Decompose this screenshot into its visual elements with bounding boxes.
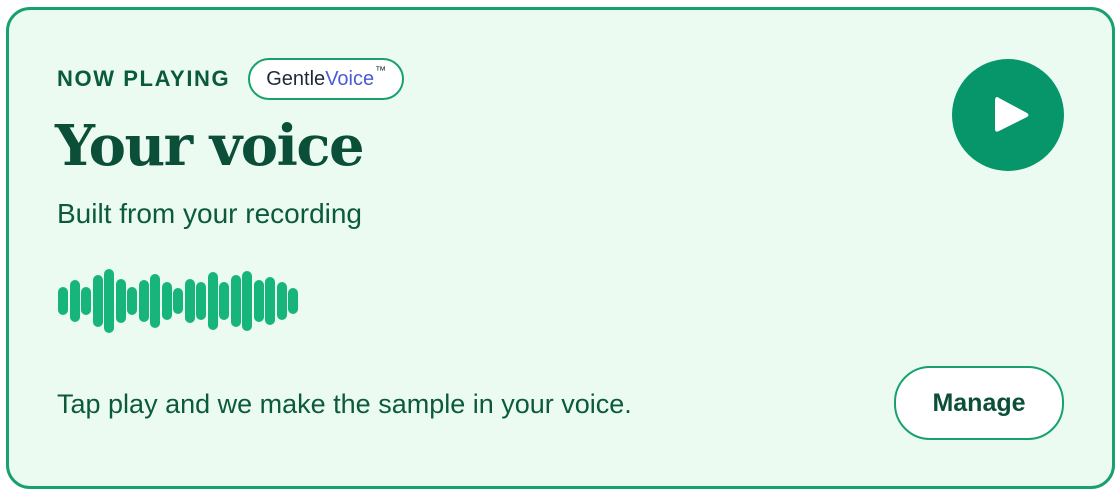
waveform-bar [115, 278, 126, 324]
waveform-bar [92, 275, 103, 327]
waveform-bar [69, 280, 80, 322]
voice-card: NOW PLAYING Gentle Voice ™ Your voice Buil… [6, 7, 1115, 489]
waveform-bar [242, 270, 252, 332]
waveform-bar [265, 277, 275, 325]
voice-title: Your voice [55, 113, 365, 179]
waveform-bar [219, 281, 229, 321]
waveform-bar [196, 281, 206, 321]
waveform-bar [230, 275, 241, 327]
waveform-bar [207, 272, 218, 330]
waveform-bar [161, 281, 172, 321]
now-playing-label: NOW PLAYING [57, 66, 231, 91]
waveform-bar [150, 273, 160, 329]
waveform-bar [138, 280, 149, 322]
brand-name-part-a: Gentle [266, 67, 326, 90]
header-row: NOW PLAYING Gentle Voice ™ [57, 58, 405, 100]
brand-badge: Gentle Voice ™ [248, 58, 405, 100]
manage-button[interactable]: Manage [894, 366, 1064, 440]
play-icon [995, 97, 1029, 132]
waveform-bar [173, 288, 183, 314]
waveform-bar [276, 281, 287, 321]
play-hint-text: Tap play and we make the sample in your … [57, 389, 632, 419]
waveform-bar [81, 286, 91, 316]
waveform-bar [253, 280, 264, 322]
waveform-bar [184, 278, 195, 324]
waveform-bar [288, 288, 298, 314]
waveform-bar [104, 269, 114, 333]
waveform [58, 266, 298, 336]
brand-name-part-b: Voice [325, 67, 375, 90]
play-button[interactable] [952, 59, 1064, 171]
waveform-bar [58, 286, 68, 316]
waveform-bar [127, 286, 137, 316]
voice-subtitle: Built from your recording [57, 198, 363, 229]
trademark-symbol: ™ [375, 65, 387, 77]
